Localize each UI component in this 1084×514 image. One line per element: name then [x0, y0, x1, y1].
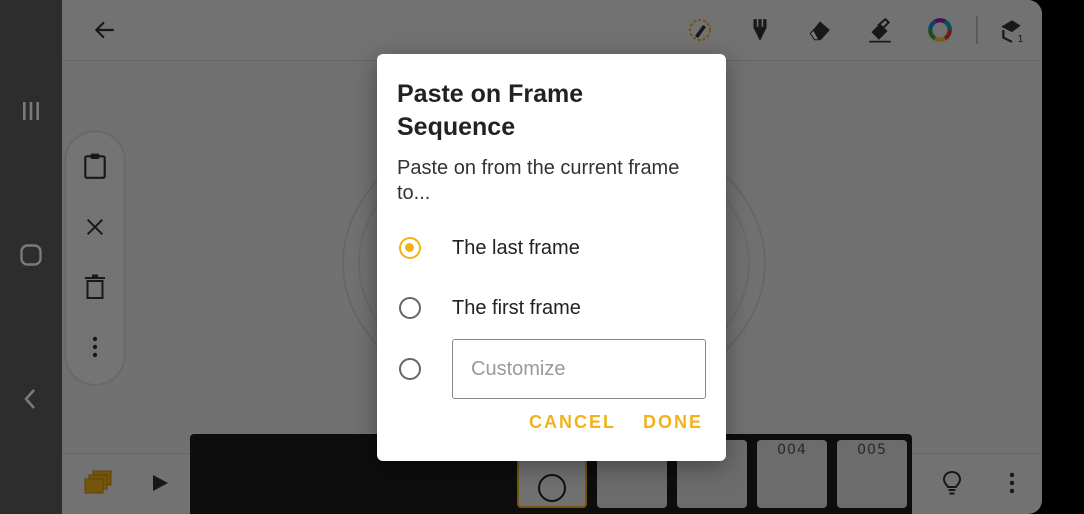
radio-customize[interactable] — [399, 358, 421, 380]
radio-label-first-frame[interactable]: The first frame — [452, 297, 581, 320]
paste-on-frame-sequence-dialog: Paste on Frame Sequence Paste on from th… — [377, 54, 726, 461]
radio-first-frame[interactable] — [399, 297, 421, 319]
customize-frame-input[interactable] — [452, 339, 706, 399]
dialog-title: Paste on Frame Sequence — [397, 80, 584, 141]
radio-label-last-frame[interactable]: The last frame — [452, 237, 580, 260]
done-button[interactable]: DONE — [643, 407, 703, 437]
cancel-button[interactable]: CANCEL — [529, 407, 616, 437]
radio-last-frame[interactable] — [399, 237, 421, 259]
dialog-message: Paste on from the current frame to... — [397, 157, 680, 204]
